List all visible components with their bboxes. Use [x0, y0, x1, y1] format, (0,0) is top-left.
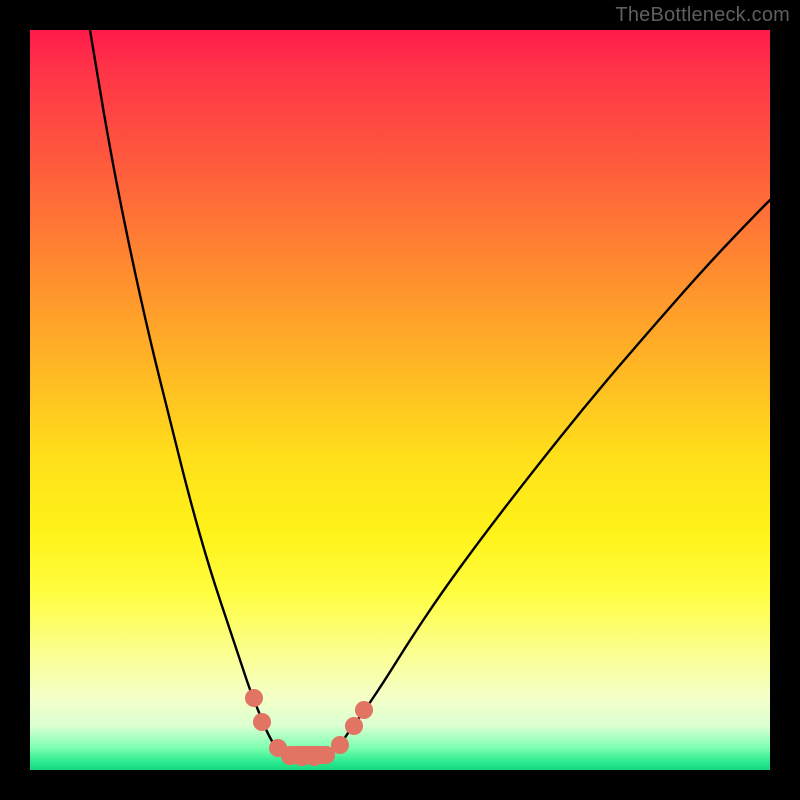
data-marker	[345, 717, 363, 735]
data-marker	[245, 689, 263, 707]
v-curve	[90, 30, 770, 755]
chart-frame	[30, 30, 770, 770]
data-markers	[245, 689, 373, 766]
attribution-text: TheBottleneck.com	[615, 4, 790, 27]
data-marker	[331, 736, 349, 754]
bottleneck-curve-plot	[30, 30, 770, 770]
data-marker	[355, 701, 373, 719]
data-marker	[253, 713, 271, 731]
